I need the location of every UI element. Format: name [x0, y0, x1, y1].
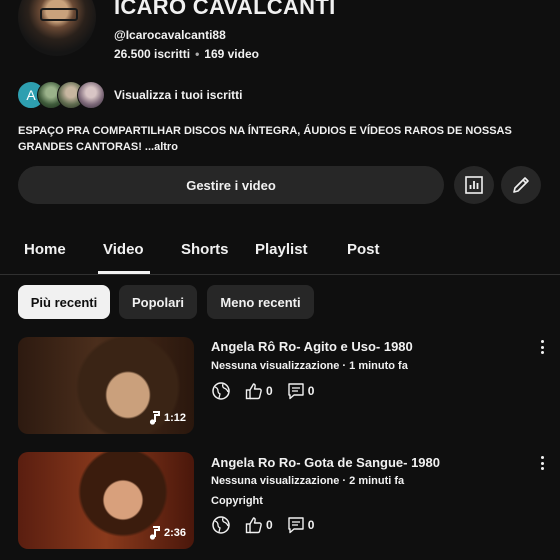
channel-avatar[interactable] [18, 0, 96, 56]
more-vert-icon[interactable] [537, 340, 547, 354]
filter-chip-recent[interactable]: Più recenti [18, 285, 110, 319]
video-actions: 0 0 [211, 514, 314, 536]
tab-shorts[interactable]: Shorts [181, 241, 229, 258]
duration-badge: 1:12 [148, 411, 186, 425]
thumbs-up-icon[interactable] [245, 382, 263, 400]
filter-chip-popular[interactable]: Popolari [119, 285, 197, 319]
edit-channel-button[interactable] [501, 166, 541, 204]
video-thumbnail[interactable]: 2:36 [18, 452, 194, 549]
comment-icon[interactable] [287, 382, 305, 400]
manage-videos-button[interactable]: Gestire i video [18, 166, 444, 204]
view-subscribers-link[interactable]: Visualizza i tuoi iscritti [114, 88, 242, 102]
video-thumbnail[interactable]: 1:12 [18, 337, 194, 434]
like-count: 0 [266, 518, 273, 532]
comment-count: 0 [307, 384, 315, 398]
video-duration: 2:36 [163, 527, 186, 539]
more-vert-icon[interactable] [537, 456, 547, 470]
video-count: 169 video [204, 47, 259, 61]
video-meta: Nessuna visualizzazione · 1 minuto fa [211, 360, 408, 372]
comment-icon[interactable] [287, 516, 305, 534]
pencil-icon [513, 177, 529, 193]
description-more-link[interactable]: ...altro [145, 141, 178, 153]
globe-icon[interactable] [211, 381, 231, 401]
tab-playlist[interactable]: Playlist [255, 241, 308, 258]
video-title[interactable]: Angela Rô Ro- Agito e Uso- 1980 [211, 339, 413, 354]
tabs-divider [0, 274, 560, 275]
video-title[interactable]: Angela Ro Ro- Gota de Sangue- 1980 [211, 455, 440, 470]
channel-description[interactable]: ESPAÇO PRA COMPARTILHAR DISCOS NA ÍNTEGR… [18, 123, 538, 155]
video-duration: 1:12 [163, 412, 186, 424]
duration-badge: 2:36 [148, 526, 186, 540]
tab-video[interactable]: Video [103, 241, 144, 258]
copyright-label[interactable]: Copyright [211, 495, 263, 507]
like-count: 0 [266, 384, 273, 398]
video-meta: Nessuna visualizzazione · 2 minuti fa [211, 475, 405, 487]
music-note-icon [149, 526, 160, 540]
tab-post[interactable]: Post [347, 241, 380, 258]
video-actions: 0 0 [211, 380, 314, 402]
subscriber-count: 26.500 iscritti [114, 47, 191, 61]
description-text: ESPAÇO PRA COMPARTILHAR DISCOS NA ÍNTEGR… [18, 125, 512, 153]
comment-count: 0 [307, 518, 315, 532]
filter-chip-oldest[interactable]: Meno recenti [207, 285, 314, 319]
globe-icon[interactable] [211, 515, 231, 535]
subscriber-avatar [77, 81, 105, 109]
tab-home[interactable]: Home [24, 241, 66, 258]
channel-handle: @Icarocavalcanti88 [114, 28, 226, 42]
thumbs-up-icon[interactable] [245, 516, 263, 534]
bar-chart-icon [465, 176, 483, 194]
channel-stats: 26.500 iscritti • 169 video [114, 47, 259, 61]
analytics-button[interactable] [454, 166, 494, 204]
music-note-icon [149, 411, 160, 425]
channel-name: ICARO CAVALCANTI [114, 0, 336, 19]
